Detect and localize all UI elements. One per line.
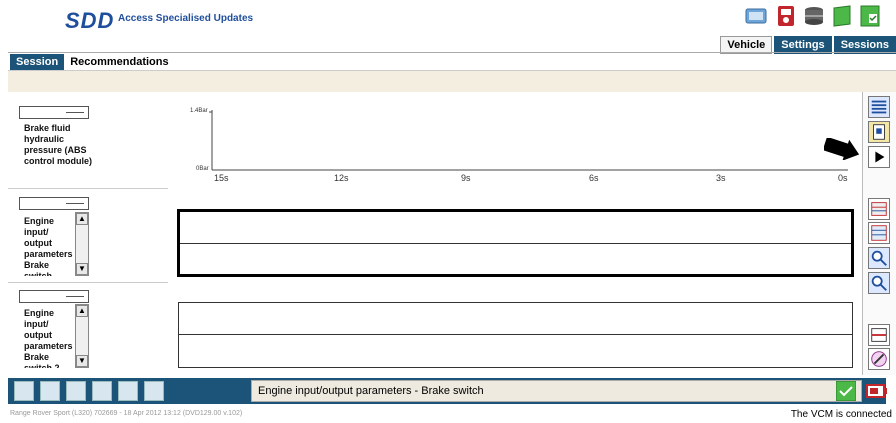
brake-switch-2-panel[interactable] [178, 302, 853, 368]
toolbar-band [8, 70, 896, 92]
panel2-parameter-label: Engine input/ output parameters Brake sw… [24, 308, 73, 368]
header-divider [8, 52, 896, 53]
vehicle-info: Range Rover Sport (L320) 702669 - 18 Apr… [10, 410, 243, 417]
chart-icon[interactable] [14, 381, 34, 401]
edit-pen-icon[interactable] [868, 348, 890, 370]
diagnostic-tool-icon[interactable] [775, 4, 797, 28]
x-tick-label: 0s [838, 173, 848, 183]
play-icon[interactable] [868, 146, 890, 168]
panel2-color-box[interactable] [19, 290, 89, 303]
notes-icon[interactable] [831, 4, 853, 28]
table-icon[interactable] [868, 324, 890, 346]
settings-chart-icon[interactable] [144, 381, 164, 401]
sdd-logo: SDD [65, 8, 115, 33]
x-tick-label: 15s [214, 173, 229, 183]
zoom-in-icon[interactable] [868, 247, 890, 269]
connection-status: The VCM is connected [790, 409, 892, 420]
scroll-up-button[interactable]: ▲ [76, 213, 88, 225]
brake-switch-panel[interactable] [177, 209, 854, 277]
multi-chart-icon[interactable] [92, 381, 112, 401]
panel1-label-box: Engine input/ output parameters Brake sw… [19, 212, 91, 276]
x-tick-label: 12s [334, 173, 349, 183]
record-icon[interactable] [868, 121, 890, 143]
top-icon-bar [745, 0, 895, 32]
panel1-parameter-label: Engine input/ output parameters Brake sw… [24, 216, 73, 276]
y-max-label: 1.4Bar [190, 108, 208, 114]
app-title: Access Specialised Updates [118, 13, 254, 24]
export-icon[interactable] [868, 198, 890, 220]
graph-axes [209, 110, 848, 171]
graph-color-box[interactable] [19, 106, 89, 119]
panel2-scrollbar[interactable]: ▲ ▼ [75, 304, 89, 368]
panel-layout-icon[interactable] [868, 222, 890, 244]
scroll-down-button[interactable]: ▼ [76, 263, 88, 275]
x-tick-label: 6s [589, 173, 599, 183]
database-icon[interactable] [803, 4, 825, 28]
pointer-arrow-icon [824, 138, 860, 160]
zoom-out-icon[interactable] [868, 272, 890, 294]
left-divider-2 [8, 282, 168, 283]
x-tick-label: 9s [461, 173, 471, 183]
status-message: Engine input/output parameters - Brake s… [251, 380, 862, 402]
battery-icon [866, 384, 887, 398]
panel-divider [179, 334, 852, 335]
list-icon[interactable] [118, 381, 138, 401]
check-confirm-icon[interactable] [836, 381, 856, 401]
vehicle-check-icon[interactable] [859, 4, 881, 28]
graph-parameter-label: Brake fluid hydraulic pressure (ABS cont… [24, 123, 92, 166]
panel2-label-box: Engine input/ output parameters Brake sw… [19, 304, 91, 368]
x-tick-label: 3s [716, 173, 726, 183]
panel-divider [180, 243, 851, 244]
right-toolbar [862, 92, 896, 375]
left-divider-1 [8, 188, 168, 189]
pressure-graph: 1.4Bar 0Bar 15s 12s 9s 6s 3s 0s [176, 100, 856, 186]
panel1-color-box[interactable] [19, 197, 89, 210]
scroll-down-button[interactable]: ▼ [76, 355, 88, 367]
bar-graph-icon[interactable] [66, 381, 86, 401]
y-min-label: 0Bar [196, 166, 209, 172]
scroll-up-button[interactable]: ▲ [76, 305, 88, 317]
grid-icon[interactable] [40, 381, 60, 401]
network-icon[interactable] [745, 4, 767, 28]
list-view-icon[interactable] [868, 96, 890, 118]
panel1-scrollbar[interactable]: ▲ ▼ [75, 212, 89, 276]
